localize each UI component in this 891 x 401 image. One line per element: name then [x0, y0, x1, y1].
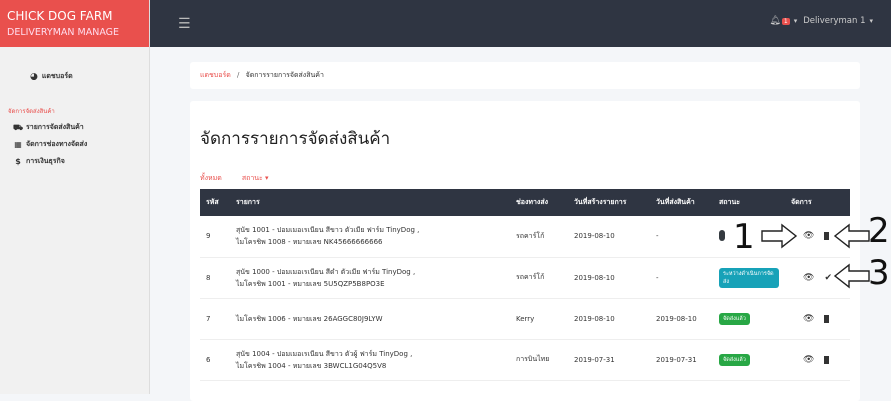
cell-shipped: - — [656, 273, 659, 282]
col-item: รายการ — [236, 198, 260, 206]
status-badge: จัดส่งแล้ว — [719, 353, 750, 366]
cell-created: 2019-08-10 — [574, 232, 615, 241]
cell-created: 2019-07-31 — [574, 355, 615, 364]
bell-icon[interactable]: 🔔︎ — [769, 16, 780, 26]
view-eye-icon[interactable]: 👁︎ — [803, 314, 814, 324]
view-eye-icon[interactable]: 👁︎ — [803, 273, 814, 283]
cell-status: ระหว่างดำเนินการจัดส่ง — [713, 257, 785, 298]
item-line: สุนัข 1001 - ปอมเมอเรเนียน สีขาว ตัวเมีย… — [236, 226, 420, 235]
cell-item: สุนัข 1001 - ปอมเมอเรเนียน สีขาว ตัวเมีย… — [230, 216, 510, 257]
breadcrumb-current: จัดการรายการจัดส่งสินค้า — [245, 71, 324, 79]
cell-actions: 👁︎ — [785, 298, 850, 339]
breadcrumb-separator: / — [237, 71, 240, 79]
cell-shipped: - — [656, 232, 659, 241]
page-title: จัดการรายการจัดส่งสินค้า — [200, 129, 391, 149]
sidebar-item-dashboard[interactable]: ◕ แดชบอร์ด — [30, 71, 149, 82]
cell-status: จัดส่งแล้ว — [713, 298, 785, 339]
cell-shipped: 2019-08-10 — [656, 314, 697, 323]
notification-badge: 1 — [781, 17, 790, 25]
col-id: รหัส — [206, 198, 219, 206]
cell-item: สุนัข 1004 - ปอมเมอเรเนียน สีขาว ตัวผู้ … — [230, 339, 510, 380]
col-actions: จัดการ — [791, 198, 812, 206]
cell-status: จัดส่งแล้ว — [713, 339, 785, 380]
brand[interactable]: CHICK DOG FARM DELIVERYMAN MANAGE — [0, 0, 149, 47]
cell-actions: 👁︎ — [785, 339, 850, 380]
status-badge: จัดส่งแล้ว — [719, 312, 750, 325]
cell-channel: รถคาร์โก้ — [516, 231, 545, 240]
item-line: ไมโครชิพ 1006 - หมายเลข 26AGGC80J9LYW — [236, 314, 383, 323]
delete-bin-icon[interactable] — [824, 355, 830, 364]
cell-id: 9 — [206, 232, 211, 241]
cell-id: 6 — [206, 355, 211, 364]
table-row: 6 สุนัข 1004 - ปอมเมอเรเนียน สีขาว ตัวผู… — [200, 339, 850, 380]
hamburger-menu-icon[interactable]: ☰ — [178, 16, 191, 32]
sidebar-item-label: รายการจัดส่งสินค้า — [26, 123, 84, 131]
breadcrumb: แดชบอร์ด / จัดการรายการจัดส่งสินค้า — [190, 62, 860, 89]
table-row: 8 สุนัข 1000 - ปอมเมอเรเนียน สีดำ ตัวเมี… — [200, 257, 850, 298]
dollar-icon: $ — [15, 157, 21, 166]
user-name[interactable]: Deliveryman 1 — [803, 16, 865, 26]
sidebar-item-label: แดชบอร์ด — [41, 72, 73, 80]
sidebar-section-title: จัดการจัดส่งสินค้า — [8, 108, 55, 115]
delete-bin-icon[interactable] — [824, 314, 830, 323]
delete-bin-icon[interactable] — [824, 232, 830, 241]
brand-title: CHICK DOG FARM — [7, 9, 113, 23]
truck-icon: ⛟ — [12, 122, 24, 132]
cell-created: 2019-08-10 — [574, 273, 615, 282]
cell-channel: Kerry — [516, 314, 535, 323]
annotation-arrow-2 — [833, 223, 870, 249]
col-created: วันที่สร้างรายการ — [574, 198, 627, 206]
topbar: ☰ 🔔︎ 1 ▾ Deliveryman 1 ▾ — [150, 0, 891, 47]
item-line: สุนัข 1004 - ปอมเมอเรเนียน สีขาว ตัวผู้ … — [236, 349, 413, 358]
col-shipped: วันที่ส่งสินค้า — [656, 198, 695, 206]
dashboard-icon: ◕ — [30, 71, 38, 82]
cell-channel: รถคาร์โก้ — [516, 273, 545, 281]
annotation-arrow-3 — [833, 263, 870, 289]
chevron-down-icon: ▾ — [793, 17, 798, 25]
sidebar-item-finance[interactable]: $ การเงินธุรกิจ — [12, 156, 149, 167]
view-eye-icon[interactable]: 👁︎ — [803, 231, 814, 241]
cell-id: 8 — [206, 273, 211, 282]
cell-item: สุนัข 1000 - ปอมเมอเรเนียน สีดำ ตัวเมีย … — [230, 257, 510, 298]
sidebar-item-delivery-list[interactable]: ⛟ รายการจัดส่งสินค้า — [12, 122, 149, 133]
sidebar: CHICK DOG FARM DELIVERYMAN MANAGE ◕ แดชบ… — [0, 0, 150, 394]
item-line: ไมโครชิพ 1004 - หมายเลข 3BWCL1G04Q5V8 — [236, 361, 387, 370]
view-eye-icon[interactable]: 👁︎ — [803, 355, 814, 365]
item-line: ไมโครชิพ 1001 - หมายเลข 5U5QZP5B8PO3E — [236, 279, 385, 288]
cell-created: 2019-08-10 — [574, 314, 615, 323]
sidebar-item-label: จัดการช่องทางจัดส่ง — [26, 140, 88, 148]
main-card: จัดการรายการจัดส่งสินค้า ทั้งหมด สถานะ ▾… — [190, 101, 860, 401]
sidebar-item-label: การเงินธุรกิจ — [26, 157, 65, 165]
map-icon: ▦ — [14, 140, 22, 149]
user-area[interactable]: 🔔︎ 1 ▾ Deliveryman 1 ▾ — [769, 16, 879, 26]
filter-bar: ทั้งหมด สถานะ ▾ — [200, 173, 289, 184]
status-badge: ระหว่างดำเนินการจัดส่ง — [719, 267, 779, 288]
table-row: 7 ไมโครชิพ 1006 - หมายเลข 26AGGC80J9LYW … — [200, 298, 850, 339]
cell-channel: การบินไทย — [516, 355, 550, 363]
annotation-arrow-1 — [761, 223, 798, 249]
annotation-number-3: 3 — [868, 253, 890, 293]
item-line: ไมโครชิพ 1008 - หมายเลข NK45666666666 — [236, 238, 383, 247]
annotation-number-2: 2 — [868, 211, 890, 251]
filter-status-dropdown[interactable]: สถานะ ▾ — [242, 173, 269, 184]
col-channel: ช่องทางส่ง — [516, 198, 549, 206]
cell-shipped: 2019-07-31 — [656, 355, 697, 364]
status-badge — [719, 229, 725, 241]
annotation-number-1: 1 — [733, 217, 755, 257]
table-header-row: รหัส รายการ ช่องทางส่ง วันที่สร้างรายการ… — [200, 189, 850, 216]
filter-all-link[interactable]: ทั้งหมด — [200, 173, 222, 184]
col-status: สถานะ — [719, 198, 740, 206]
sidebar-item-channels[interactable]: ▦ จัดการช่องทางจัดส่ง — [12, 139, 149, 150]
brand-subtitle: DELIVERYMAN MANAGE — [7, 27, 120, 38]
cell-id: 7 — [206, 314, 211, 323]
cell-item: ไมโครชิพ 1006 - หมายเลข 26AGGC80J9LYW — [230, 298, 510, 339]
breadcrumb-home-link[interactable]: แดชบอร์ด — [200, 71, 231, 79]
item-line: สุนัข 1000 - ปอมเมอเรเนียน สีดำ ตัวเมีย … — [236, 267, 416, 276]
chevron-down-icon: ▾ — [869, 17, 873, 25]
